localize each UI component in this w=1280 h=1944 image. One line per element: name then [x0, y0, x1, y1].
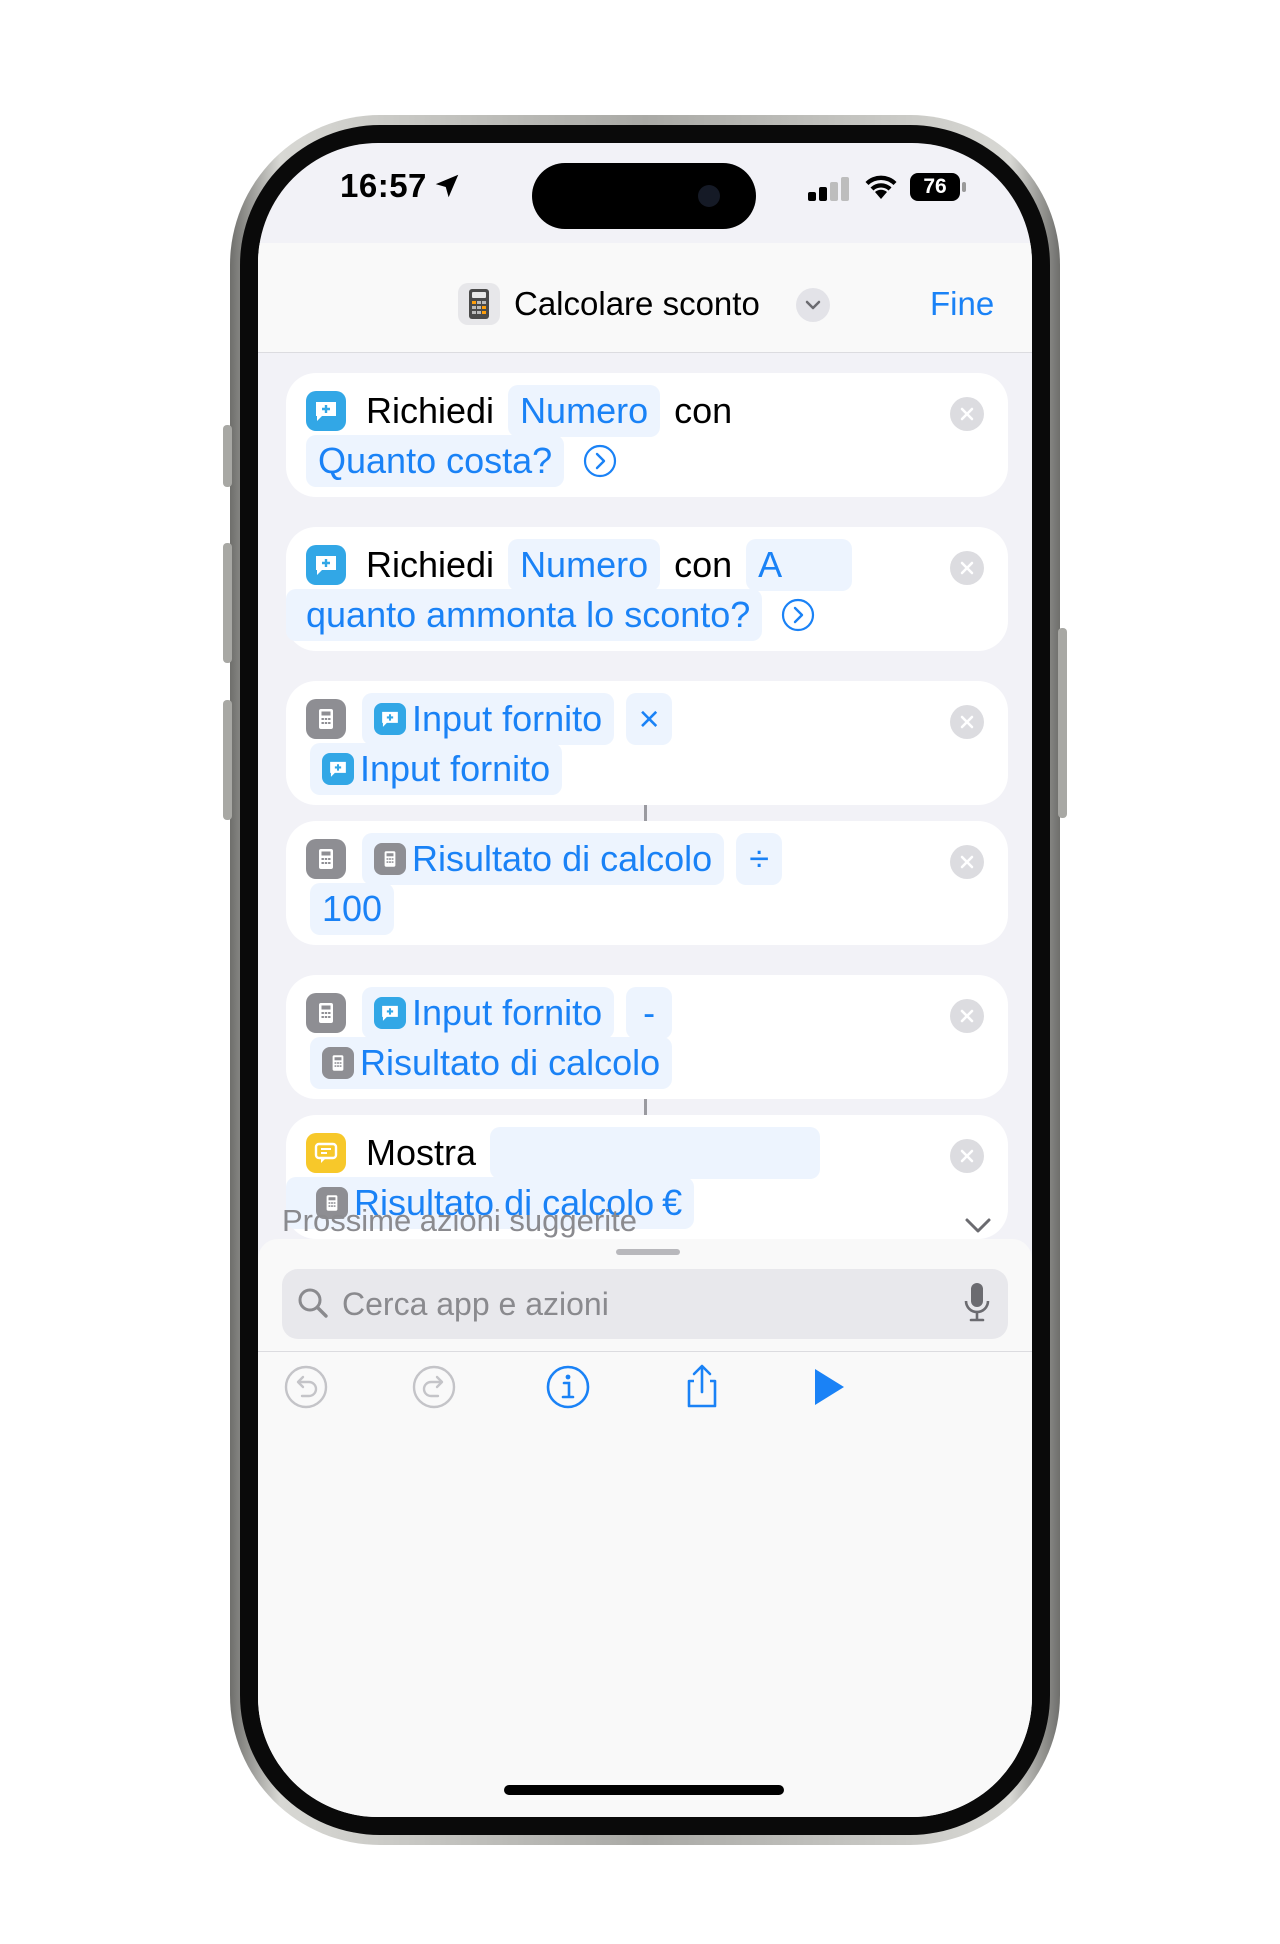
remove-action-button[interactable]: [950, 999, 984, 1033]
remove-action-button[interactable]: [950, 845, 984, 879]
wifi-icon: [865, 175, 897, 199]
shortcut-title[interactable]: Calcolare sconto: [514, 283, 760, 325]
action-card-calculate-subtract[interactable]: Input fornito - Risultato di calcolo: [286, 975, 1008, 1099]
screen: 16:57 76 Calcolare sconto Fine Richiedi …: [258, 143, 1032, 1817]
title-menu-chevron-icon[interactable]: [796, 288, 830, 322]
suggested-actions-header[interactable]: Prossime azioni suggerite: [282, 1203, 637, 1239]
variable-token[interactable]: Risultato di calcolo: [362, 833, 725, 885]
ask-input-icon: [306, 545, 346, 585]
done-button[interactable]: Fine: [930, 283, 994, 325]
action-connector-line: [644, 1099, 647, 1115]
location-arrow-icon: [435, 174, 459, 198]
status-time: 16:57: [340, 167, 427, 204]
variable-label: Input fornito: [412, 992, 603, 1033]
remove-action-button[interactable]: [950, 1139, 984, 1173]
show-result-icon: [306, 1133, 346, 1173]
action-verb: Mostra: [366, 1132, 477, 1173]
chevron-down-icon[interactable]: [960, 1207, 996, 1243]
undo-toolbar-button-icon[interactable]: [258, 1361, 272, 1413]
home-indicator: [504, 1785, 784, 1795]
cellular-signal-icon: [808, 175, 852, 201]
share-icon[interactable]: [676, 1361, 728, 1413]
remove-action-button[interactable]: [950, 397, 984, 431]
action-verb: Richiedi: [366, 544, 495, 585]
power-button: [1058, 628, 1067, 818]
calculate-icon: [322, 1047, 354, 1079]
action-card-calculate-divide[interactable]: Risultato di calcolo ÷ 100: [286, 821, 1008, 945]
remove-action-button[interactable]: [950, 705, 984, 739]
variable-label: Input fornito: [360, 748, 551, 789]
action-connector: con: [674, 544, 733, 585]
sheet-grabber[interactable]: [616, 1249, 680, 1255]
ask-input-icon: [374, 703, 406, 735]
operator-token[interactable]: ×: [626, 693, 673, 745]
calculator-icon[interactable]: [458, 283, 500, 325]
input-type-token[interactable]: Numero: [508, 385, 661, 437]
operator-token[interactable]: -: [626, 987, 673, 1039]
prompt-token-start[interactable]: A: [746, 539, 853, 591]
battery-cap: [962, 182, 966, 192]
ask-input-icon: [306, 391, 346, 431]
variable-token[interactable]: Risultato di calcolo: [310, 1037, 673, 1089]
remove-action-button[interactable]: [950, 551, 984, 585]
microphone-icon[interactable]: [962, 1281, 992, 1325]
action-card-calculate-multiply[interactable]: Input fornito × Input fornito: [286, 681, 1008, 805]
action-button: [223, 425, 232, 487]
show-text-field-start[interactable]: [490, 1127, 821, 1179]
search-input[interactable]: [342, 1269, 902, 1339]
operator-token[interactable]: ÷: [736, 833, 783, 885]
play-icon[interactable]: [802, 1361, 854, 1413]
expand-chevron-icon[interactable]: [582, 443, 618, 479]
calculate-icon: [306, 993, 346, 1033]
toolbar-divider: [258, 1351, 1032, 1352]
action-connector-line: [644, 805, 647, 821]
calculate-icon: [306, 699, 346, 739]
ask-input-icon: [322, 753, 354, 785]
redo-icon[interactable]: [408, 1361, 460, 1413]
volume-up-button: [223, 543, 232, 663]
expand-chevron-icon[interactable]: [780, 597, 816, 633]
prompt-token-continued[interactable]: quanto ammonta lo sconto?: [286, 589, 763, 641]
search-icon: [298, 1288, 328, 1318]
variable-label: Risultato di calcolo: [360, 1042, 661, 1083]
calculate-icon: [374, 843, 406, 875]
battery-indicator: 76: [910, 173, 960, 201]
action-connector: con: [674, 390, 733, 431]
undo-history-icon[interactable]: [280, 1361, 332, 1413]
volume-down-button: [223, 700, 232, 820]
variable-label: Input fornito: [412, 698, 603, 739]
input-type-token[interactable]: Numero: [508, 539, 661, 591]
prompt-token[interactable]: Quanto costa?: [306, 435, 565, 487]
info-icon[interactable]: [542, 1361, 594, 1413]
variable-token[interactable]: Input fornito: [310, 743, 563, 795]
variable-label: Risultato di calcolo: [412, 838, 713, 879]
ask-input-icon: [374, 997, 406, 1029]
variable-token[interactable]: Input fornito: [362, 987, 615, 1039]
number-token[interactable]: 100: [310, 883, 395, 935]
action-verb: Richiedi: [366, 390, 495, 431]
currency-suffix: €: [662, 1182, 683, 1223]
action-card-ask-price[interactable]: Richiedi Numero con Quanto costa?: [286, 373, 1008, 497]
variable-token[interactable]: Input fornito: [362, 693, 615, 745]
dynamic-island: [532, 163, 756, 229]
front-camera: [698, 185, 720, 207]
action-card-ask-discount[interactable]: Richiedi Numero con A quanto ammonta lo …: [286, 527, 1008, 651]
calculate-icon: [306, 839, 346, 879]
